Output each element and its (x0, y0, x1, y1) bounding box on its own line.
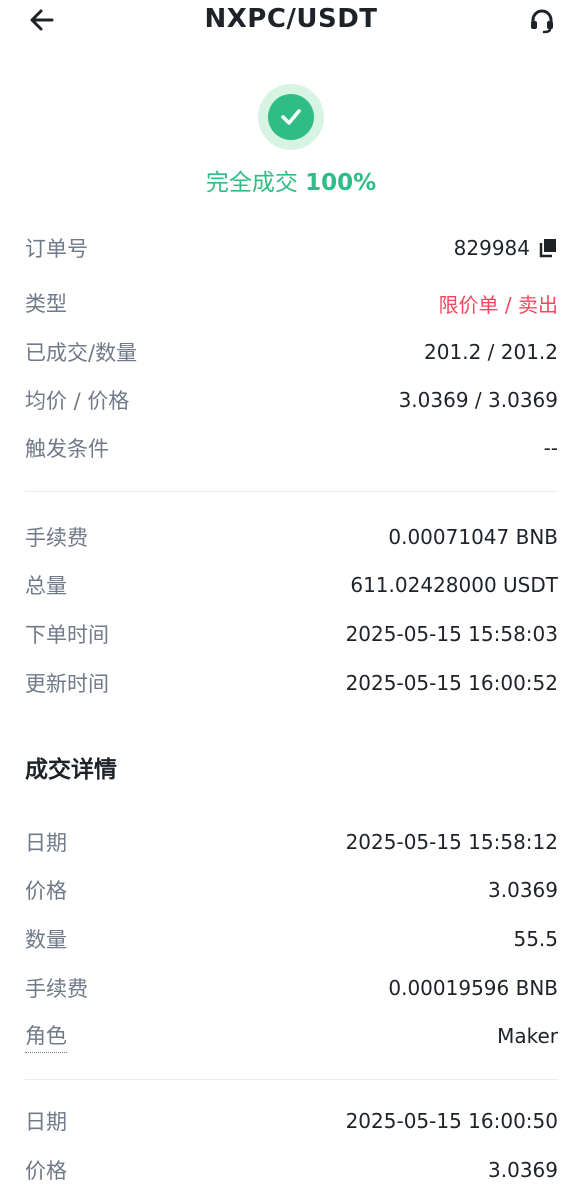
total-label: 总量 (25, 574, 67, 598)
trade-fee-value: 0.00019596 BNB (388, 976, 558, 1000)
check-icon (281, 109, 301, 125)
order-time-row: 下单时间 2025-05-15 15:58:03 (25, 618, 558, 650)
avg-price-value: 3.0369 / 3.0369 (398, 388, 558, 412)
trade-1-price-row: 价格 3.0369 (25, 874, 558, 906)
copy-button[interactable] (538, 238, 558, 258)
trade-fee-label: 手续费 (25, 977, 88, 1001)
order-id-value-wrap: 829984 (454, 236, 558, 260)
page-title: NXPC/USDT (204, 4, 378, 34)
avg-price-label: 均价 / 价格 (25, 389, 130, 413)
divider (25, 491, 558, 492)
trade-role-value: Maker (497, 1024, 558, 1048)
trade-price-label: 价格 (25, 1159, 67, 1183)
status-label: 完全成交 (205, 170, 298, 196)
trade-1-fee-row: 手续费 0.00019596 BNB (25, 972, 558, 1004)
trade-price-label: 价格 (25, 879, 67, 903)
trade-qty-value: 55.5 (513, 927, 558, 951)
update-time-value: 2025-05-15 16:00:52 (345, 671, 558, 695)
fee-value: 0.00071047 BNB (388, 525, 558, 549)
order-id-row: 订单号 829984 (25, 232, 558, 264)
trigger-label: 触发条件 (25, 437, 109, 461)
fee-label: 手续费 (25, 526, 88, 550)
order-id-label: 订单号 (25, 237, 88, 261)
order-id-value: 829984 (453, 236, 530, 260)
trade-1-role-row: 角色 Maker (25, 1020, 558, 1053)
status-check-badge (268, 94, 314, 140)
trade-price-value: 3.0369 (488, 878, 558, 902)
order-type-value: 限价单 / 卖出 (438, 292, 558, 317)
status-icon-halo (258, 84, 324, 150)
trade-details-title: 成交详情 (25, 757, 117, 783)
update-time-row: 更新时间 2025-05-15 16:00:52 (25, 667, 558, 699)
filled-qty-label: 已成交/数量 (25, 341, 138, 365)
order-type-label: 类型 (25, 292, 67, 316)
order-time-label: 下单时间 (25, 623, 109, 647)
trade-2-price-row: 价格 3.0369 (25, 1154, 558, 1186)
trade-1-qty-row: 数量 55.5 (25, 923, 558, 955)
avg-price-row: 均价 / 价格 3.0369 / 3.0369 (25, 384, 558, 416)
trigger-row: 触发条件 -- (25, 432, 558, 464)
trade-divider (25, 1079, 558, 1080)
trade-2-date-row: 日期 2025-05-15 16:00:50 (25, 1105, 558, 1137)
trade-1-date-row: 日期 2025-05-15 15:58:12 (25, 826, 558, 858)
trade-role-label[interactable]: 角色 (25, 1020, 67, 1053)
status-text: 完全成交 100% (0, 163, 582, 197)
total-row: 总量 611.02428000 USDT (25, 569, 558, 601)
order-type-row: 类型 限价单 / 卖出 (25, 287, 558, 319)
trade-price-value: 3.0369 (488, 1158, 558, 1182)
total-value: 611.02428000 USDT (350, 573, 558, 597)
copy-icon (539, 239, 556, 258)
trade-qty-label: 数量 (25, 928, 67, 952)
status-percent: 100% (305, 170, 377, 196)
filled-qty-row: 已成交/数量 201.2 / 201.2 (25, 336, 558, 368)
headset-icon (531, 9, 553, 34)
order-time-value: 2025-05-15 15:58:03 (345, 622, 558, 646)
trade-date-label: 日期 (25, 831, 67, 855)
trigger-value: -- (543, 436, 558, 460)
header: NXPC/USDT (0, 0, 582, 46)
trade-date-label: 日期 (25, 1110, 67, 1134)
fee-row: 手续费 0.00071047 BNB (25, 521, 558, 553)
support-button[interactable] (524, 3, 560, 39)
update-time-label: 更新时间 (25, 672, 109, 696)
filled-qty-value: 201.2 / 201.2 (424, 340, 558, 364)
trade-date-value: 2025-05-15 16:00:50 (345, 1109, 558, 1133)
trade-date-value: 2025-05-15 15:58:12 (345, 830, 558, 854)
